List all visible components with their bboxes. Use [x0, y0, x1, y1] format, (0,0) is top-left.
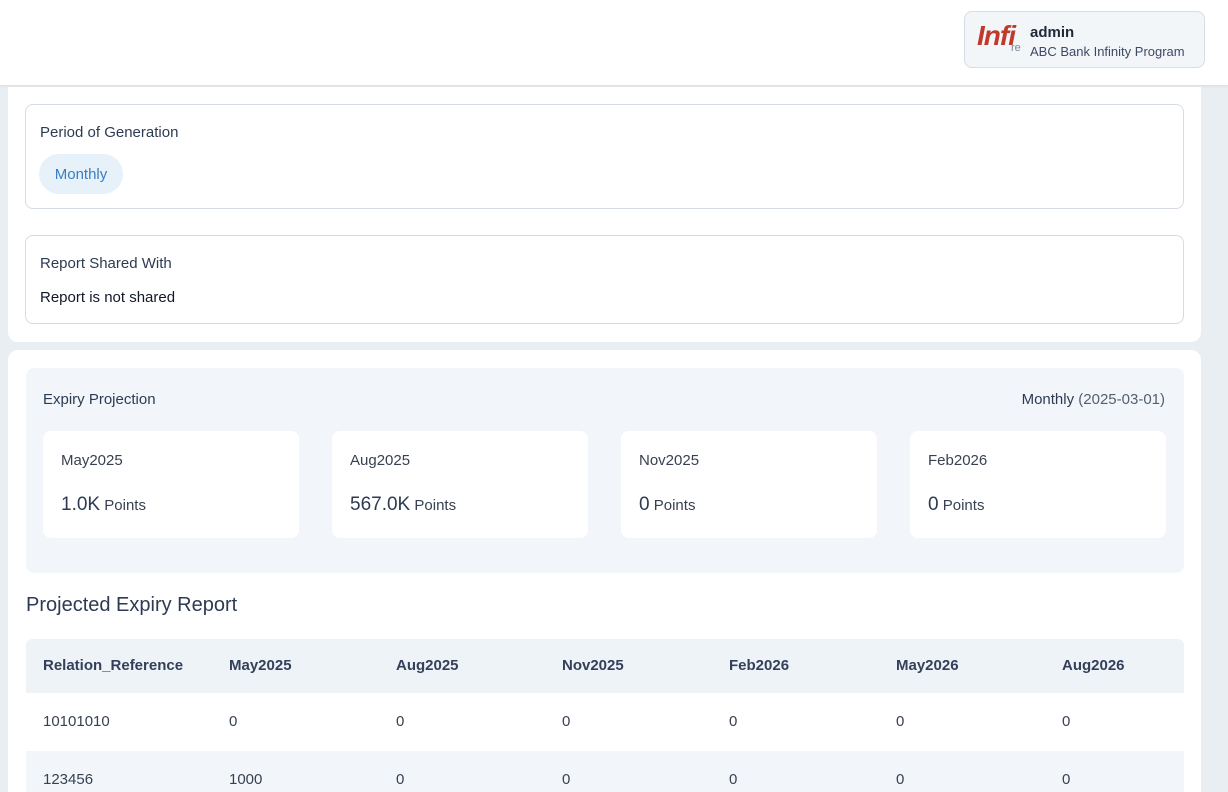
- period-card: [25, 104, 1184, 209]
- projection-card: May2025 1.0K Points: [43, 431, 299, 538]
- shared-card: [25, 235, 1184, 324]
- projection-points: 0: [928, 494, 939, 515]
- period-chip[interactable]: Monthly: [39, 154, 123, 194]
- table-cell: 0: [396, 771, 405, 788]
- table-cell: 0: [562, 713, 571, 730]
- table-cell: 0: [1062, 713, 1071, 730]
- projection-unit: Points: [104, 497, 146, 514]
- projection-value: 0 Points: [928, 494, 984, 516]
- program-name: ABC Bank Infinity Program: [1030, 44, 1185, 59]
- column-header[interactable]: Nov2025: [562, 639, 624, 693]
- projection-month: Aug2025: [350, 452, 411, 469]
- projection-value: 1.0K Points: [61, 494, 146, 516]
- projection-card: Nov2025 0 Points: [621, 431, 877, 538]
- brand-logo: Infi re: [977, 20, 1025, 60]
- projection-points: 1.0K: [61, 494, 101, 515]
- expiry-period-date: (2025-03-01): [1078, 391, 1165, 408]
- table-cell: 1000: [229, 771, 263, 788]
- report-title: Projected Expiry Report: [26, 594, 238, 616]
- table-cell: 0: [896, 771, 905, 788]
- projection-unit: Points: [653, 497, 696, 514]
- period-label: Period of Generation: [40, 124, 179, 141]
- projection-points: 0: [639, 494, 650, 515]
- projection-value: 567.0K Points: [350, 494, 456, 516]
- projection-month: Feb2026: [928, 452, 988, 469]
- projection-value: 0 Points: [639, 494, 695, 516]
- shared-value: Report is not shared: [40, 289, 176, 306]
- table-row: 123456 1000 0 0 0 0 0: [26, 751, 1184, 792]
- column-header[interactable]: Aug2026: [1062, 639, 1125, 693]
- column-header[interactable]: May2025: [229, 639, 292, 693]
- shared-label: Report Shared With: [40, 255, 172, 272]
- expiry-period: Monthly (2025-03-01): [1022, 391, 1165, 408]
- table-cell: 123456: [43, 771, 94, 788]
- table-cell: 0: [229, 713, 238, 730]
- table-cell: 0: [896, 713, 905, 730]
- projection-unit: Points: [414, 497, 457, 514]
- projection-card: Feb2026 0 Points: [910, 431, 1166, 538]
- table-cell: 0: [396, 713, 405, 730]
- table-cell: 0: [562, 771, 571, 788]
- table-header: Relation_Reference May2025 Aug2025 Nov20…: [26, 639, 1184, 693]
- column-header[interactable]: May2026: [896, 639, 959, 693]
- expiry-report-table: Relation_Reference May2025 Aug2025 Nov20…: [26, 639, 1184, 792]
- projection-month: May2025: [61, 452, 123, 469]
- table-cell: 10101010: [43, 713, 110, 730]
- column-header[interactable]: Aug2025: [396, 639, 459, 693]
- projection-points: 567.0K: [350, 494, 411, 515]
- logo-subtext: re: [1011, 42, 1021, 54]
- table-cell: 0: [729, 713, 738, 730]
- column-header[interactable]: Relation_Reference: [43, 639, 183, 693]
- user-name: admin: [1030, 24, 1075, 41]
- projection-unit: Points: [942, 497, 985, 514]
- table-row: 10101010 0 0 0 0 0 0: [26, 693, 1184, 751]
- expiry-projection-title: Expiry Projection: [43, 391, 156, 408]
- logo-text: Infi: [977, 20, 1016, 51]
- projection-card: Aug2025 567.0K Points: [332, 431, 588, 538]
- column-header[interactable]: Feb2026: [729, 639, 789, 693]
- table-cell: 0: [729, 771, 738, 788]
- projection-month: Nov2025: [639, 452, 700, 469]
- table-cell: 0: [1062, 771, 1071, 788]
- expiry-period-label: Monthly: [1021, 391, 1075, 408]
